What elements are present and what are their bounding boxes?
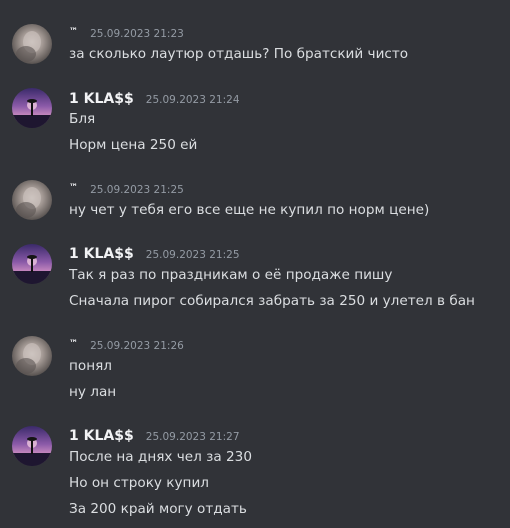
user-avatar[interactable] xyxy=(12,426,52,466)
message-header: ™ 25.09.2023 21:25 xyxy=(69,178,184,198)
timestamp: 25.09.2023 21:25 xyxy=(90,184,184,196)
message-text: понял xyxy=(69,358,112,374)
message-header: ™ 25.09.2023 21:23 xyxy=(69,22,184,42)
timestamp: 25.09.2023 21:24 xyxy=(145,94,240,106)
message-text: Бля xyxy=(69,111,96,127)
avatar-blurry-photo-icon xyxy=(12,24,52,64)
user-avatar[interactable] xyxy=(12,244,52,284)
username[interactable]: ™ xyxy=(69,183,78,193)
message-header: 1 KLA$$ 25.09.2023 21:25 xyxy=(69,243,240,263)
username[interactable]: ™ xyxy=(69,339,78,349)
avatar-purple-sunset-icon xyxy=(12,88,52,128)
message-text: Норм цена 250 ей xyxy=(69,137,198,153)
message-text: ну лан xyxy=(69,384,117,400)
username[interactable]: 1 KLA$$ xyxy=(69,91,134,107)
user-avatar[interactable] xyxy=(12,88,52,128)
message-text: За 200 край могу отдать xyxy=(69,501,247,517)
username[interactable]: 1 KLA$$ xyxy=(69,246,134,262)
timestamp: 25.09.2023 21:26 xyxy=(90,340,184,352)
message-text: ну чет у тебя его все еще не купил по но… xyxy=(69,202,430,218)
user-avatar[interactable] xyxy=(12,336,52,376)
message-text: Но он строку купил xyxy=(69,475,209,491)
avatar-purple-sunset-icon xyxy=(12,244,52,284)
timestamp: 25.09.2023 21:27 xyxy=(145,431,240,443)
user-avatar[interactable] xyxy=(12,180,52,220)
message-text: После на днях чел за 230 xyxy=(69,449,252,465)
avatar-blurry-photo-icon xyxy=(12,180,52,220)
timestamp: 25.09.2023 21:25 xyxy=(145,249,240,261)
message-text: Сначала пирог собирался забрать за 250 и… xyxy=(69,293,475,309)
message-header: ™ 25.09.2023 21:26 xyxy=(69,334,184,354)
user-avatar[interactable] xyxy=(12,24,52,64)
avatar-blurry-photo-icon xyxy=(12,336,52,376)
chat-message-list: ™ 25.09.2023 21:23 за сколько лаутюр отд… xyxy=(0,0,510,528)
username[interactable]: ™ xyxy=(69,27,78,37)
message-header: 1 KLA$$ 25.09.2023 21:27 xyxy=(69,425,240,445)
message-header: 1 KLA$$ 25.09.2023 21:24 xyxy=(69,88,240,108)
message-text: за сколько лаутюр отдашь? По братский чи… xyxy=(69,46,409,62)
avatar-purple-sunset-icon xyxy=(12,426,52,466)
message-text: Так я раз по праздникам о её продаже пиш… xyxy=(69,267,393,283)
timestamp: 25.09.2023 21:23 xyxy=(90,28,184,40)
username[interactable]: 1 KLA$$ xyxy=(69,428,134,444)
